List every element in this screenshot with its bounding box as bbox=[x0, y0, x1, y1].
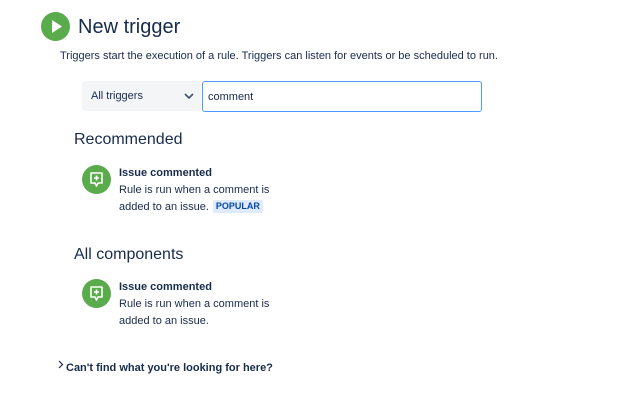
trigger-option-title: Issue commented bbox=[119, 281, 212, 293]
trigger-option-title: Issue commented bbox=[119, 167, 212, 179]
trigger-search-input[interactable] bbox=[202, 81, 482, 112]
comment-add-icon bbox=[82, 165, 111, 194]
trigger-option-description: Rule is run when a comment is added to a… bbox=[119, 298, 270, 327]
trigger-category-select[interactable]: All triggers bbox=[82, 81, 201, 111]
new-trigger-page: New trigger Triggers start the execution… bbox=[0, 0, 625, 409]
trigger-option-issue-commented-recommended[interactable]: Issue commented Rule is run when a comme… bbox=[82, 164, 342, 224]
comment-add-icon bbox=[82, 279, 111, 308]
play-icon bbox=[41, 12, 70, 41]
chevron-down-icon bbox=[184, 93, 194, 100]
recommended-heading: Recommended bbox=[74, 131, 183, 148]
popular-badge: POPULAR bbox=[212, 200, 263, 213]
trigger-option-description: Rule is run when a comment is added to a… bbox=[119, 182, 289, 216]
page-title: New trigger bbox=[78, 16, 181, 38]
trigger-option-issue-commented[interactable]: Issue commented Rule is run when a comme… bbox=[82, 278, 342, 338]
all-components-heading: All components bbox=[74, 246, 184, 263]
chevron-right-icon bbox=[58, 360, 64, 369]
page-description: Triggers start the execution of a rule. … bbox=[60, 50, 498, 62]
trigger-category-value: All triggers bbox=[91, 90, 143, 102]
help-link-label: Can't find what you're looking for here? bbox=[66, 362, 273, 374]
